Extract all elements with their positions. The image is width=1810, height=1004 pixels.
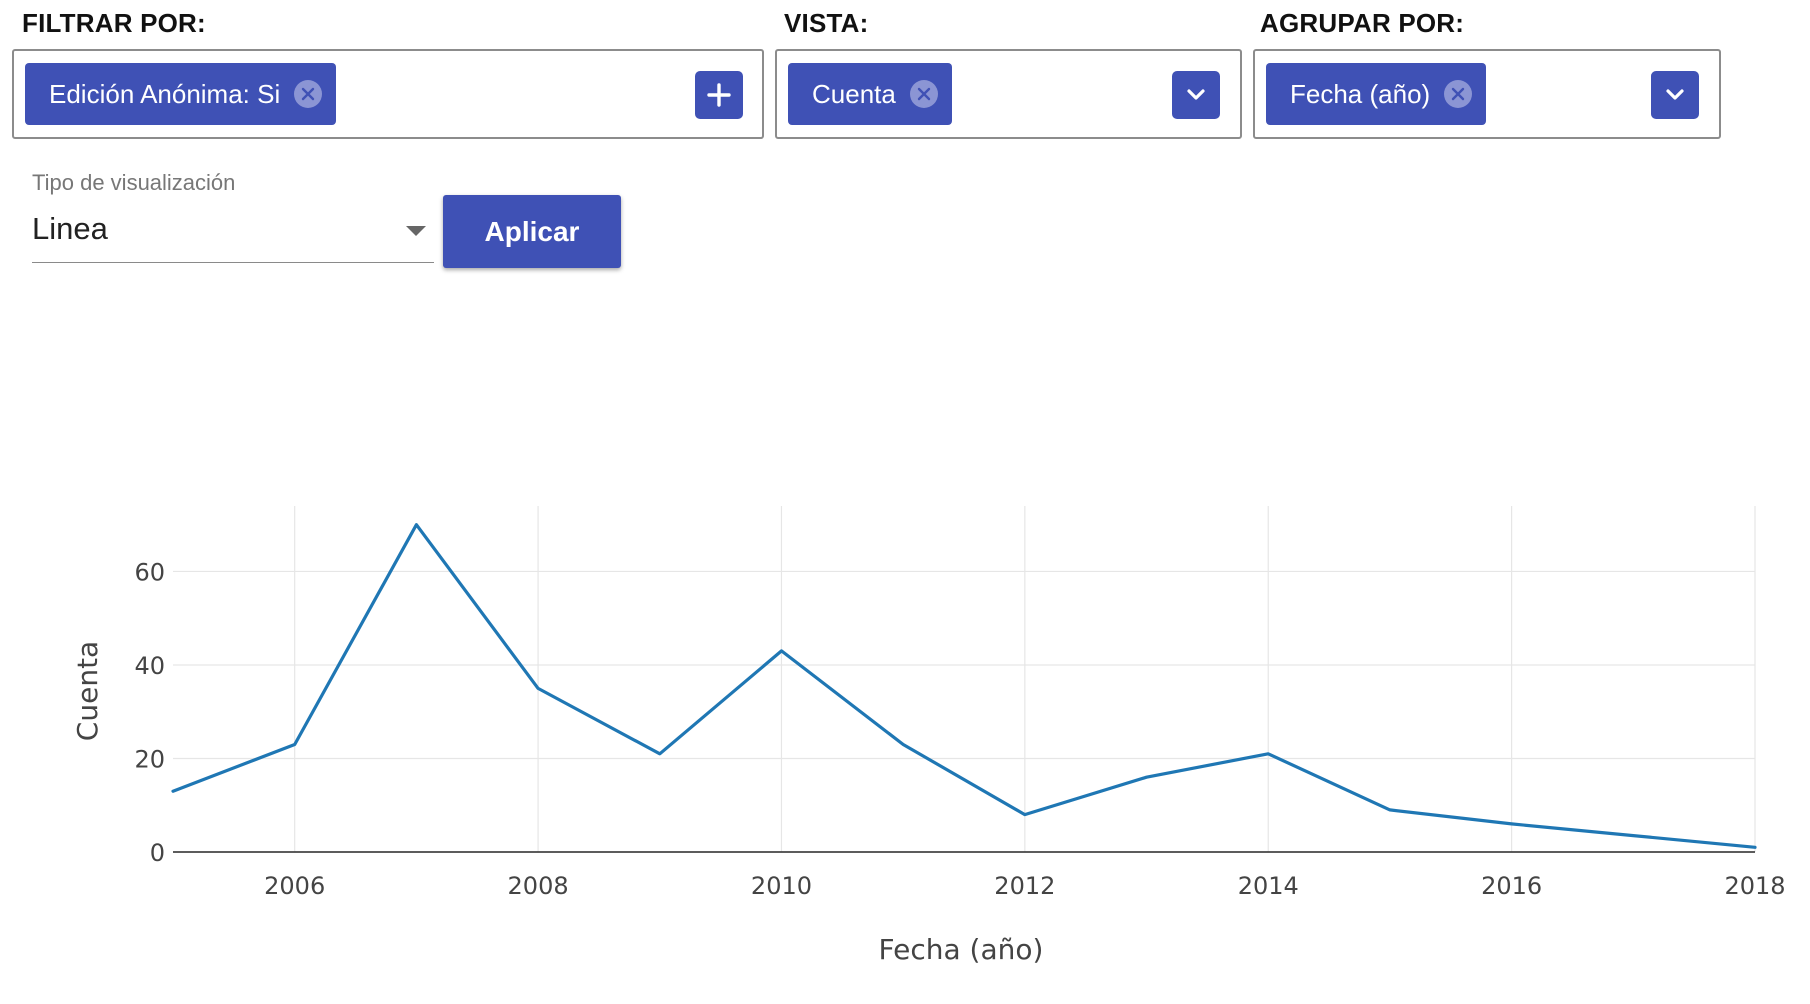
chevron-down-icon (1666, 89, 1684, 100)
agrupar-chip[interactable]: Fecha (año) (1266, 63, 1487, 125)
vista-box[interactable]: Cuenta (775, 49, 1242, 139)
agrupar-box[interactable]: Fecha (año) (1253, 49, 1721, 139)
agrupar-chip-label: Fecha (año) (1290, 78, 1431, 109)
line-chart: 0 20 40 60 2006 2008 2010 2012 2014 2016 2018 Fecha… (71, 506, 1786, 966)
filter-chip[interactable]: Edición Anónima: Si (25, 63, 337, 125)
remove-chip-icon[interactable] (1444, 80, 1473, 108)
filter-chip-label: Edición Anónima: Si (49, 78, 281, 109)
x-tick-label: 2006 (264, 872, 325, 900)
remove-chip-icon[interactable] (294, 80, 323, 108)
vista-label: VISTA: (784, 8, 869, 38)
dropdown-arrow-icon (406, 226, 426, 236)
visualization-type-label: Tipo de visualización (32, 170, 236, 195)
chevron-down-icon (1187, 89, 1205, 100)
add-filter-button[interactable] (695, 71, 743, 119)
apply-button[interactable]: Aplicar (443, 195, 621, 268)
y-axis-title: Cuenta (71, 641, 104, 741)
x-tick-label: 2008 (508, 872, 569, 900)
x-axis-title: Fecha (año) (879, 933, 1044, 966)
x-tick-label: 2010 (751, 872, 812, 900)
x-tick-label: 2012 (994, 872, 1055, 900)
x-tick-label: 2014 (1238, 872, 1299, 900)
visualization-type-select[interactable]: Linea (32, 205, 434, 263)
filter-box[interactable]: Edición Anónima: Si (12, 49, 764, 139)
filtrar-por-label: FILTRAR POR: (22, 8, 206, 38)
plus-icon (707, 83, 731, 107)
vista-dropdown-button[interactable] (1172, 71, 1220, 119)
y-tick-label: 40 (134, 652, 165, 680)
series-line (171, 523, 1757, 849)
y-tick-label: 60 (134, 558, 165, 586)
x-tick-label: 2016 (1481, 872, 1542, 900)
y-tick-label: 20 (134, 745, 165, 773)
x-tick-label: 2018 (1724, 872, 1785, 900)
agrupar-dropdown-button[interactable] (1651, 71, 1699, 119)
vista-chip-label: Cuenta (812, 78, 896, 109)
agrupar-por-label: AGRUPAR POR: (1260, 8, 1465, 38)
y-tick-label: 0 (150, 839, 165, 867)
remove-chip-icon[interactable] (909, 80, 938, 108)
vista-chip[interactable]: Cuenta (788, 63, 952, 125)
visualization-type-value: Linea (32, 211, 108, 246)
